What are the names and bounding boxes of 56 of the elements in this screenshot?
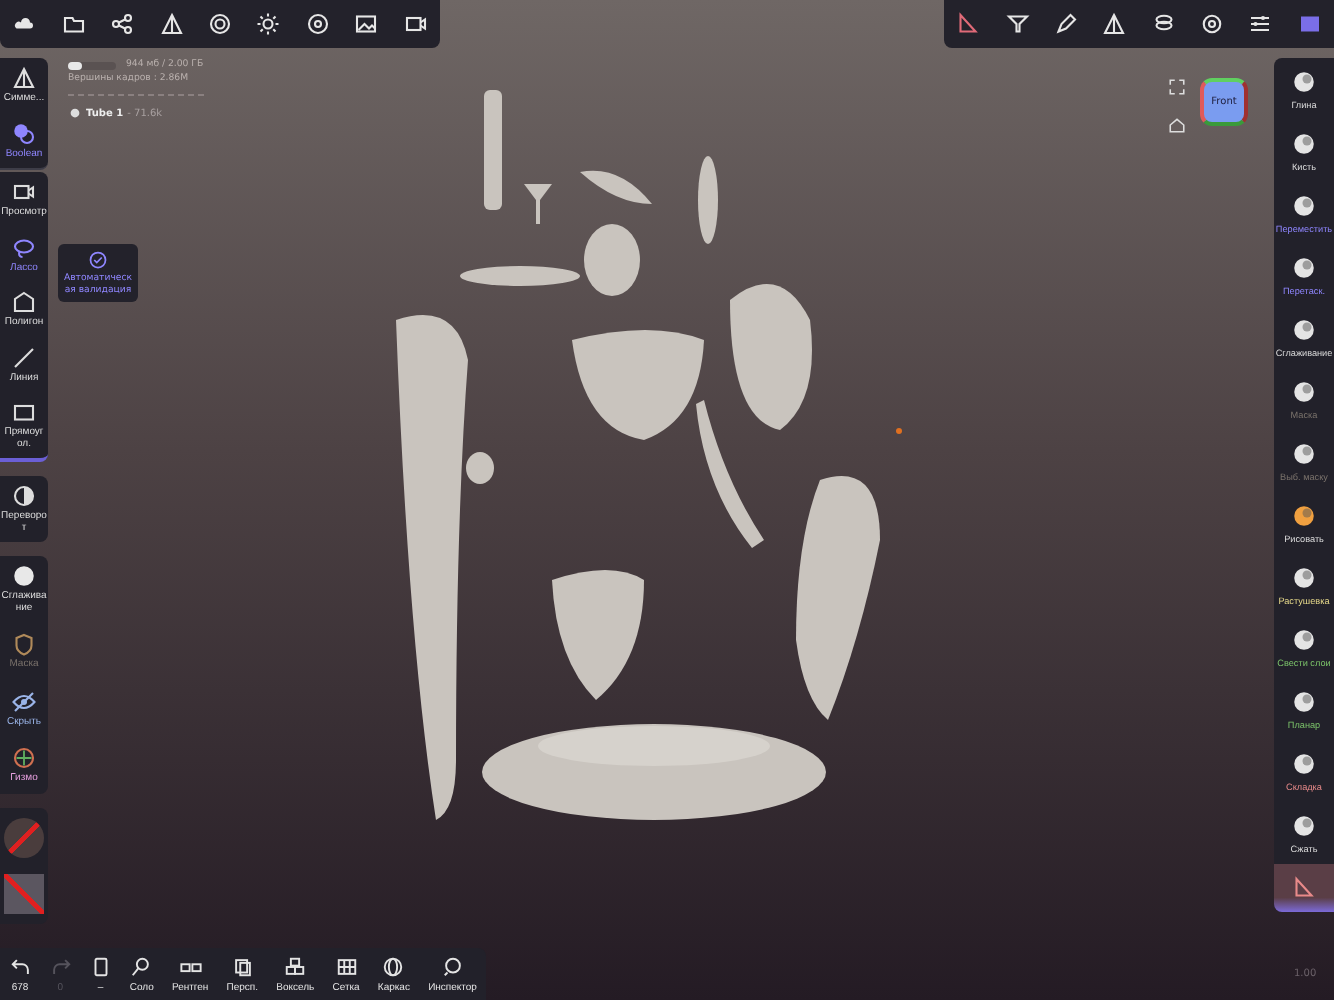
folder-icon <box>61 12 86 36</box>
color-swatch[interactable] <box>4 817 44 857</box>
sphere-icon <box>207 12 232 36</box>
rectangle-icon <box>12 400 36 424</box>
color-swatch[interactable] <box>4 873 44 913</box>
line-icon <box>12 345 36 369</box>
memory-bar <box>68 61 116 69</box>
sphere-icon <box>1292 503 1316 527</box>
wireframe-sphere-icon <box>382 955 405 977</box>
search-icon <box>130 955 153 977</box>
sphere-icon <box>1292 193 1316 217</box>
settings-icon <box>1200 12 1225 36</box>
sphere-icon <box>1292 255 1316 279</box>
gizmo-icon <box>12 746 36 770</box>
sphere-icon <box>1292 751 1316 775</box>
lasso-icon <box>12 235 36 259</box>
sliders-icon <box>1248 12 1273 36</box>
inspect-icon <box>441 955 464 977</box>
share-icon <box>110 12 135 36</box>
fullscreen-icon <box>1168 78 1186 96</box>
pen-icon <box>1053 12 1078 36</box>
eye-icon <box>12 689 36 713</box>
sphere-icon <box>1292 441 1316 465</box>
phone-icon <box>89 955 112 977</box>
cubes-icon <box>284 955 307 977</box>
circles-icon <box>12 121 36 145</box>
sphere-icon <box>1292 317 1316 341</box>
sphere-icon <box>1292 813 1316 837</box>
sphere-icon <box>1292 69 1316 93</box>
half-circle-icon <box>12 484 36 508</box>
sphere-icon <box>1292 565 1316 589</box>
tool-button[interactable] <box>1274 864 1334 912</box>
sphere-icon <box>1292 379 1316 403</box>
pentagon-icon <box>12 290 36 314</box>
sphere-icon <box>1292 689 1316 713</box>
stack-icon <box>1151 12 1176 36</box>
copy-icon <box>231 955 254 977</box>
video-camera-icon <box>403 12 428 36</box>
grid-icon <box>1297 12 1322 36</box>
sphere-icon <box>1292 131 1316 155</box>
triangle-icon <box>1102 12 1127 36</box>
sun-icon <box>256 12 281 36</box>
shield-icon <box>12 632 36 656</box>
check-circle-icon <box>88 250 108 270</box>
undo-icon <box>9 955 32 977</box>
triangle-icon <box>12 66 36 90</box>
home-icon <box>1168 116 1186 134</box>
sphere-icon <box>1292 627 1316 651</box>
pivot-dot <box>896 428 902 434</box>
image-icon <box>354 12 379 36</box>
filter-icon <box>1005 12 1030 36</box>
redo-icon <box>49 955 72 977</box>
pyramid-icon <box>159 12 184 36</box>
grid-icon <box>335 955 358 977</box>
camera-icon <box>12 180 36 204</box>
sphere-icon <box>12 564 36 588</box>
